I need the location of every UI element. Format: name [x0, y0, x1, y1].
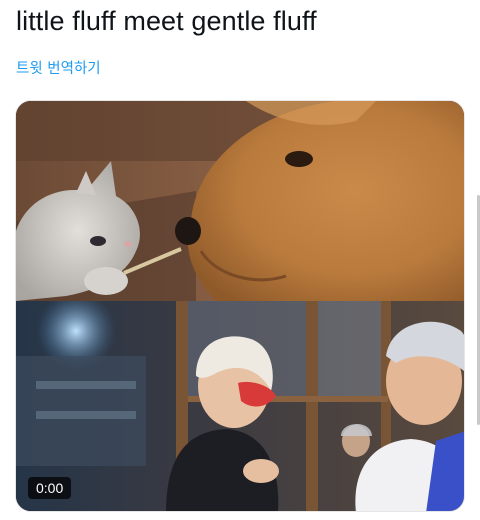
video-timestamp: 0:00	[28, 477, 72, 499]
translate-tweet-link[interactable]: 트윗 번역하기	[16, 57, 101, 78]
video-frame-top	[16, 101, 464, 301]
video-frame-bottom	[16, 301, 464, 511]
tweet-media-video[interactable]: 0:00	[15, 100, 465, 512]
tweet-text: little fluff meet gentle fluff	[16, 6, 317, 36]
